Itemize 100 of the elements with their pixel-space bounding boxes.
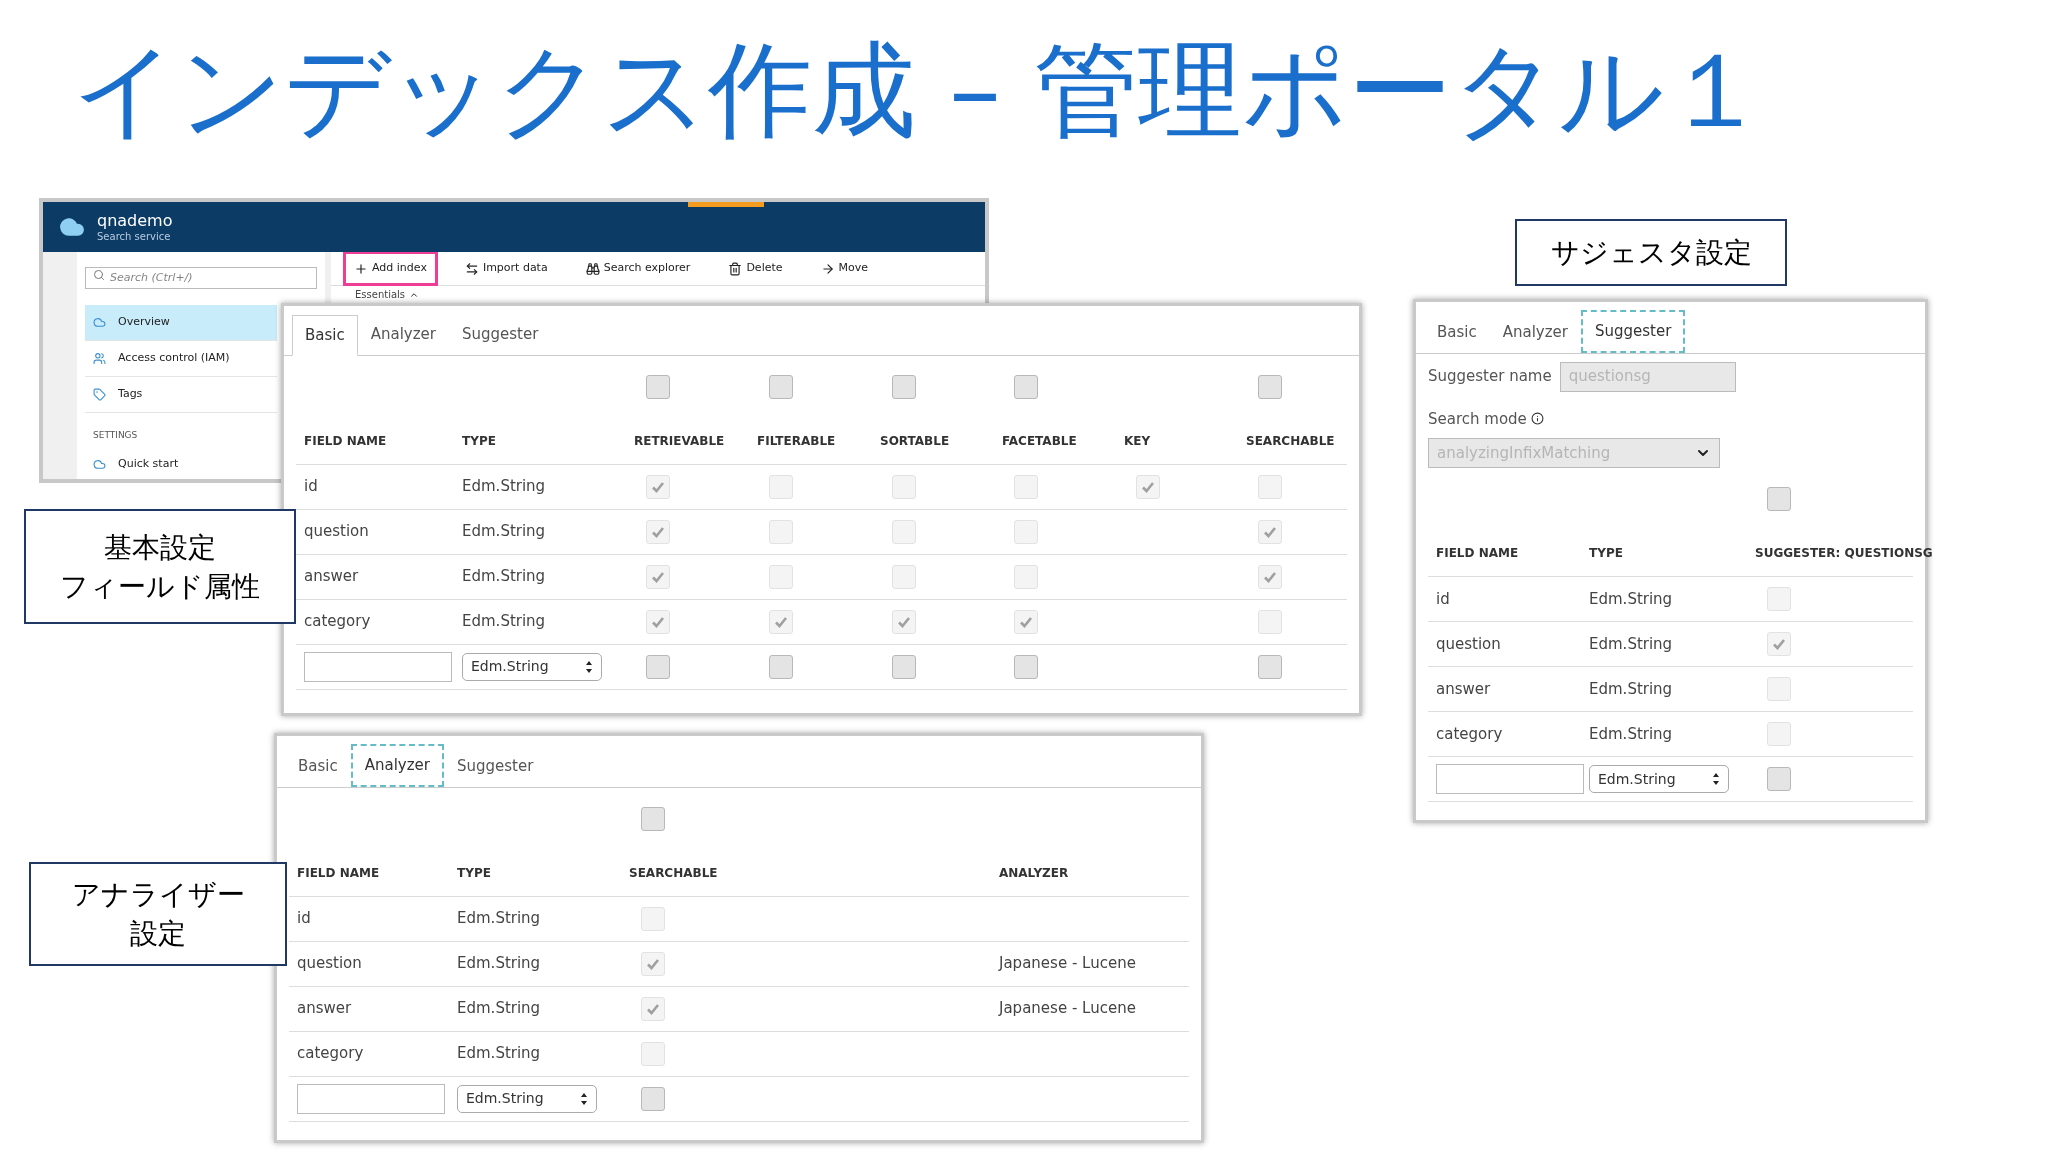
updown-icon <box>580 1091 588 1106</box>
field-label: Search mode <box>1428 408 1527 430</box>
service-type: Search service <box>97 230 172 244</box>
table-cell-text: Edm.String <box>462 611 547 633</box>
users-icon <box>93 351 106 365</box>
cloud-icon <box>93 457 106 471</box>
column-header: SEARCHABLE <box>629 864 719 882</box>
checkbox[interactable] <box>646 374 670 399</box>
checkbox[interactable] <box>1014 654 1038 679</box>
field-name-input[interactable] <box>1436 764 1584 794</box>
table-cell-text: Edm.String <box>1589 678 1674 700</box>
tab[interactable]: Basic <box>285 746 351 787</box>
toolbar-button[interactable]: Move <box>809 251 880 286</box>
table-cell-text: Edm.String <box>1589 723 1674 745</box>
table-cell-text: question <box>297 953 363 975</box>
field-name-input[interactable] <box>297 1083 445 1114</box>
tab[interactable]: Suggester <box>449 314 552 355</box>
toolbar-button[interactable]: Search explorer <box>574 251 702 286</box>
callout-text: アナライザー <box>71 877 245 912</box>
column-header: SEARCHABLE <box>1246 432 1336 450</box>
checkbox[interactable] <box>769 374 793 399</box>
info-icon <box>1530 412 1544 426</box>
checkbox[interactable] <box>1258 654 1282 679</box>
tab[interactable]: Analyzer <box>1489 312 1581 353</box>
column-header: TYPE <box>457 864 492 882</box>
trash-icon <box>728 261 743 276</box>
field-name-input[interactable] <box>304 651 452 682</box>
table-cell-text: answer <box>304 566 360 588</box>
type-select[interactable]: Edm.String <box>457 1084 597 1113</box>
column-header: FACETABLE <box>1002 432 1078 450</box>
column-header: TYPE <box>462 432 497 450</box>
table-cell-text: Japanese - Lucene <box>999 953 1137 975</box>
column-header: SUGGESTER: QUESTIONSG <box>1755 545 1933 562</box>
table-cell-text: Edm.String <box>1589 633 1674 655</box>
column-header: KEY <box>1124 432 1152 450</box>
tab[interactable]: Basic <box>292 315 358 356</box>
type-select[interactable]: Edm.String <box>1589 765 1729 793</box>
updown-icon <box>585 659 593 674</box>
service-name: qnademo <box>97 210 173 231</box>
toolbar-button[interactable]: Add index <box>343 251 438 286</box>
callout-text: フィールド属性 <box>60 568 260 604</box>
arrow-right-icon <box>820 261 835 276</box>
table-cell-text: Edm.String <box>462 476 547 498</box>
checkbox[interactable] <box>641 806 665 831</box>
column-header: FIELD NAME <box>1436 545 1520 562</box>
type-select[interactable]: Edm.String <box>462 652 602 681</box>
checkbox[interactable] <box>1767 487 1791 511</box>
table-cell-text: question <box>1436 633 1502 655</box>
checkbox[interactable] <box>1767 767 1791 791</box>
tag-icon <box>93 387 106 401</box>
tab[interactable]: Analyzer <box>350 744 444 787</box>
column-header: TYPE <box>1589 545 1624 562</box>
table-cell-text: Edm.String <box>462 521 547 543</box>
checkbox[interactable] <box>1014 374 1038 399</box>
toolbar-button[interactable]: Delete <box>717 251 794 286</box>
checkbox[interactable] <box>641 1086 665 1111</box>
search-icon <box>93 269 105 281</box>
slide-title: インデックス作成 – 管理ポータル１ <box>72 38 1769 142</box>
cloud-icon <box>93 315 106 329</box>
tab[interactable]: Analyzer <box>357 314 449 355</box>
plus-icon <box>354 261 368 276</box>
table-cell-text: id <box>304 476 319 498</box>
table-cell-text: Edm.String <box>457 908 542 930</box>
tab[interactable]: Suggester <box>1581 310 1686 353</box>
table-cell-text: Edm.String <box>457 998 542 1020</box>
table-cell-text: id <box>1436 588 1451 610</box>
search-field[interactable]: Search (Ctrl+/) <box>85 266 317 289</box>
table-cell-text: Edm.String <box>457 1043 542 1065</box>
toolbar-button[interactable]: Import data <box>453 251 559 286</box>
callout-text: 基本設定 <box>104 529 216 565</box>
sidebar-item[interactable]: Overview <box>85 304 277 341</box>
table-cell-text: category <box>304 611 372 633</box>
field-label: Suggester name <box>1428 366 1552 388</box>
checkbox[interactable] <box>1258 374 1282 399</box>
table-cell-text: answer <box>297 998 353 1020</box>
table-cell-text: category <box>297 1043 365 1065</box>
column-header: SORTABLE <box>880 432 951 450</box>
callout-text: サジェスタ設定 <box>1550 235 1752 270</box>
table-cell-text: Japanese - Lucene <box>999 998 1137 1020</box>
column-header: RETRIEVABLE <box>634 432 726 450</box>
checkbox[interactable] <box>892 374 916 399</box>
binoculars-icon <box>585 261 600 276</box>
checkbox[interactable] <box>769 654 793 679</box>
table-cell-text: question <box>304 521 370 543</box>
table-cell-text: answer <box>1436 678 1492 700</box>
table-cell-text: Edm.String <box>457 953 542 975</box>
table-cell-text: Edm.String <box>1589 588 1674 610</box>
checkbox[interactable] <box>646 654 670 679</box>
table-cell-text: id <box>297 908 312 930</box>
callout-text: 設定 <box>130 916 186 951</box>
checkbox[interactable] <box>892 654 916 679</box>
column-header: FIELD NAME <box>304 432 388 450</box>
tab[interactable]: Suggester <box>444 746 547 787</box>
column-header: FIELD NAME <box>297 864 381 882</box>
essentials-label: Essentials <box>355 288 406 302</box>
column-header: ANALYZER <box>999 864 1070 882</box>
table-cell-text: Edm.String <box>462 566 547 588</box>
column-header: FILTERABLE <box>757 432 837 450</box>
arrows-icon <box>464 261 479 276</box>
tab[interactable]: Basic <box>1424 312 1490 353</box>
